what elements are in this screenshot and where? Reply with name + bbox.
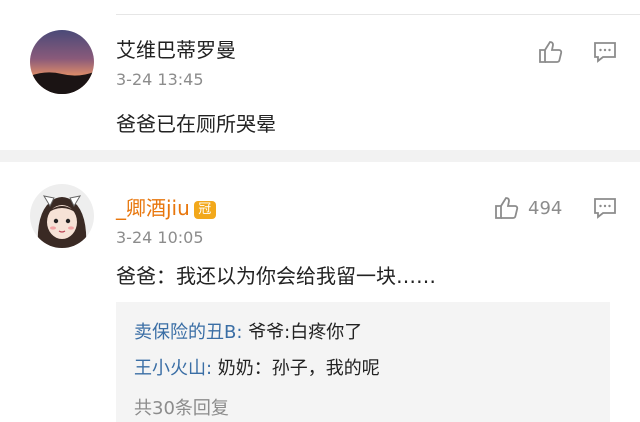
reply-item[interactable]: 卖保险的丑B: 爷爷:白疼你了 — [134, 318, 362, 344]
timestamp: 3-24 13:45 — [116, 70, 204, 89]
top-divider — [116, 14, 640, 15]
more-replies-text: 共30条回复 — [134, 398, 229, 419]
reply-list: 卖保险的丑B: 爷爷:白疼你了 王小火山: 奶奶：孙子，我的呢 共30条回复 — [116, 302, 610, 422]
like-button[interactable] — [536, 38, 564, 66]
reply-username[interactable]: 卖保险的丑B — [134, 322, 236, 343]
reply-text: 奶奶：孙子，我的呢 — [212, 358, 380, 379]
more-replies-link[interactable]: 共30条回复 — [134, 394, 229, 420]
comment-icon[interactable] — [592, 40, 618, 64]
reply-text: 爷爷:白疼你了 — [242, 322, 363, 343]
reply-item[interactable]: 王小火山: 奶奶：孙子，我的呢 — [134, 354, 380, 380]
avatar[interactable] — [30, 30, 94, 94]
reply-username[interactable]: 王小火山 — [134, 358, 206, 379]
comment-icon[interactable] — [592, 196, 618, 220]
timestamp: 3-24 10:05 — [116, 228, 204, 247]
avatar[interactable] — [30, 184, 94, 248]
like-button[interactable]: 494 — [492, 194, 562, 222]
comment-item: 艾维巴蒂罗曼 3-24 13:45 爸爸已在厕所哭晕 — [0, 24, 640, 150]
like-count: 494 — [528, 197, 563, 219]
username[interactable]: 艾维巴蒂罗曼 — [116, 34, 236, 63]
thumbs-up-icon — [495, 197, 519, 219]
comment-text: 爸爸已在厕所哭晕 — [116, 112, 276, 136]
comment-text: 爸爸：我还以为你会给我留一块…… — [116, 264, 436, 288]
username[interactable]: _卿酒jiu 冠 — [116, 192, 216, 221]
vip-badge-icon: 冠 — [193, 201, 216, 219]
comment-item: _卿酒jiu 冠 3-24 10:05 爸爸：我还以为你会给我留一块…… 494 … — [0, 170, 640, 422]
username-text: _卿酒jiu — [116, 196, 190, 220]
section-separator — [0, 150, 640, 162]
thumbs-up-icon — [539, 41, 563, 63]
